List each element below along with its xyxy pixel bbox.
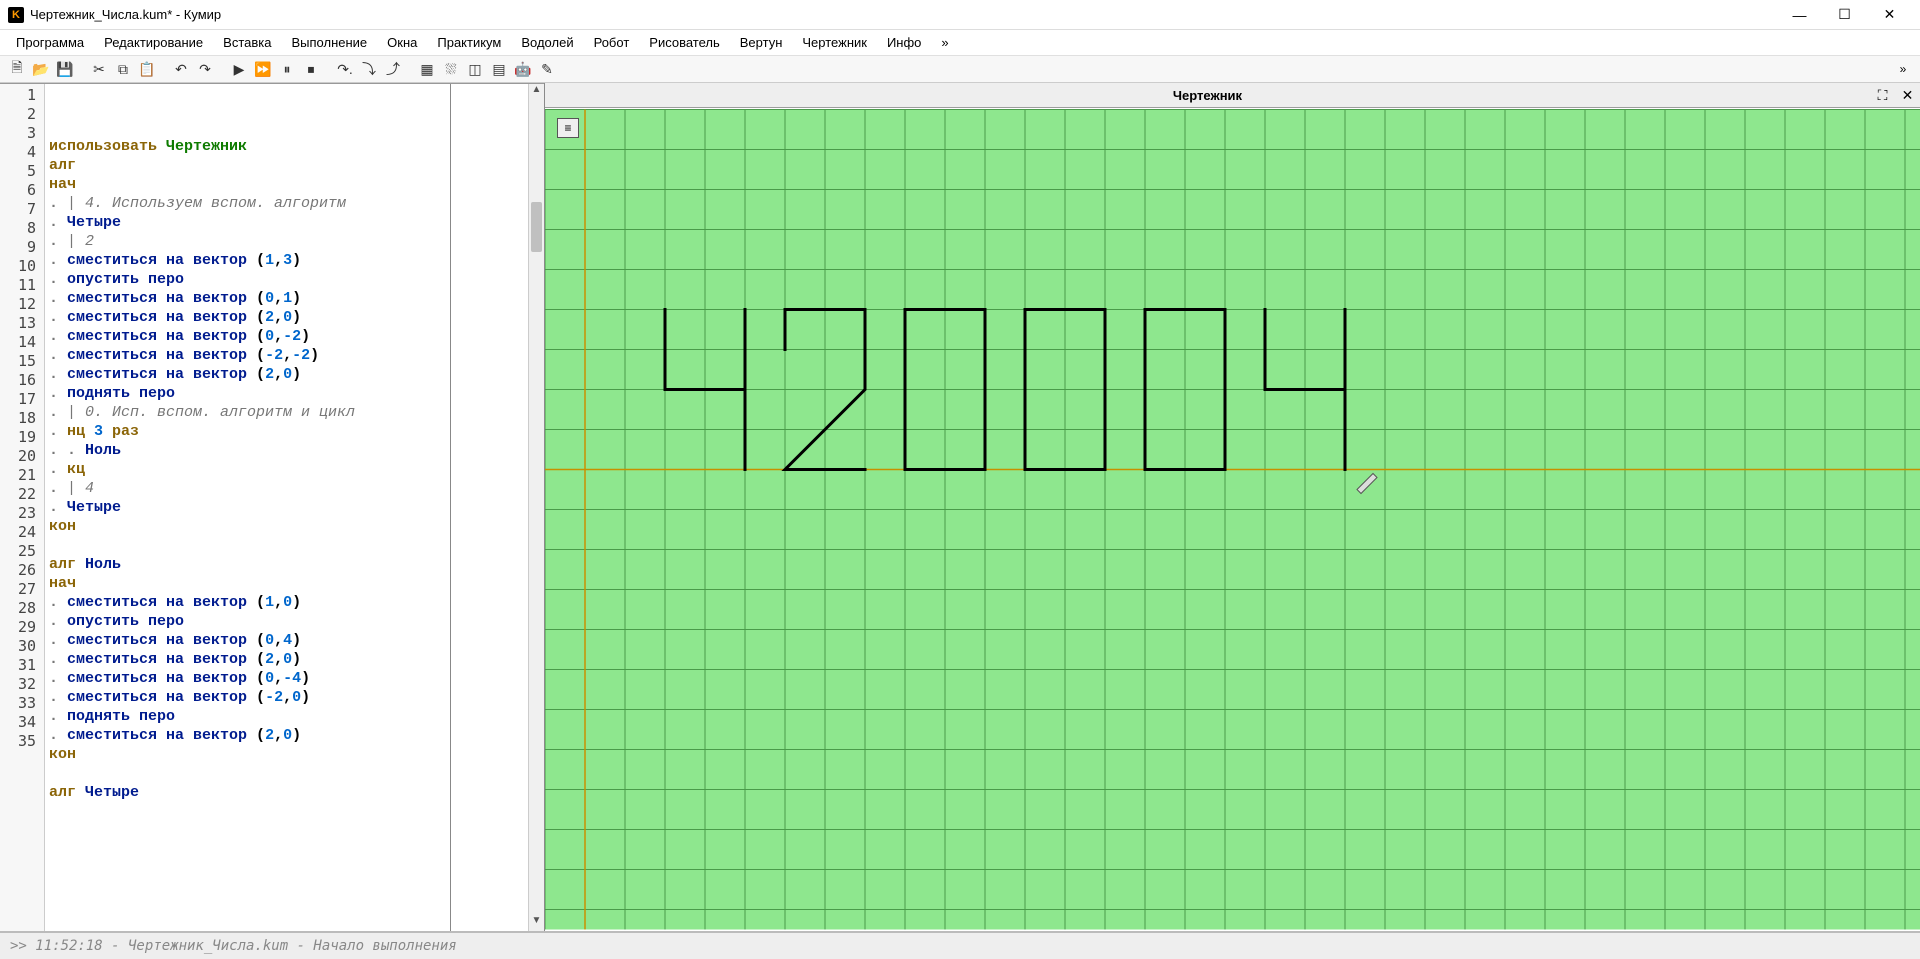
menu-редактирование[interactable]: Редактирование xyxy=(94,33,213,52)
menu-рисователь[interactable]: Рисователь xyxy=(639,33,729,52)
code-line[interactable]: . | 4 xyxy=(49,479,540,498)
code-line[interactable]: алг xyxy=(49,156,540,175)
copy-icon[interactable]: ⧉ xyxy=(112,58,134,80)
draw-icon[interactable]: ✎ xyxy=(536,58,558,80)
code-line[interactable]: . нц 3 раз xyxy=(49,422,540,441)
status-text: >> 11:52:18 - Чертежник_Числа.kum - Нача… xyxy=(10,938,457,954)
canvas-menu-icon[interactable]: ≡ xyxy=(557,118,579,138)
code-line[interactable]: . опустить перо xyxy=(49,612,540,631)
menubar: ПрограммаРедактированиеВставкаВыполнение… xyxy=(0,30,1920,55)
pause-icon[interactable]: ⏸ xyxy=(276,58,298,80)
code-line[interactable]: кон xyxy=(49,517,540,536)
menu-окна[interactable]: Окна xyxy=(377,33,427,52)
scroll-down-icon[interactable]: ▼ xyxy=(529,915,544,931)
canvas-title: Чертежник xyxy=(545,88,1870,103)
code-editor[interactable]: использовать Чертежникалгнач. | 4. Испол… xyxy=(45,84,544,931)
grid-icon[interactable]: ▦ xyxy=(416,58,438,80)
toolbar: 🗎 📂 💾 ✂ ⧉ 📋 ↶ ↷ ▶ ⏩ ⏸ ⏹ ↷. ⤵ ⤴ ▦ ⛆ ◫ ▤ 🤖… xyxy=(0,55,1920,83)
code-line[interactable]: . сместиться на вектор (2,0) xyxy=(49,726,540,745)
code-line[interactable]: алг Четыре xyxy=(49,783,540,802)
menu-вставка[interactable]: Вставка xyxy=(213,33,281,52)
minimize-button[interactable]: — xyxy=(1777,1,1822,29)
code-line[interactable]: . сместиться на вектор (0,4) xyxy=(49,631,540,650)
statusbar: >> 11:52:18 - Чертежник_Числа.kum - Нача… xyxy=(0,931,1920,959)
code-line[interactable]: . сместиться на вектор (-2,0) xyxy=(49,688,540,707)
new-icon[interactable]: 🗎 xyxy=(6,58,28,80)
code-line[interactable]: . | 2 xyxy=(49,232,540,251)
menu-overflow[interactable]: » xyxy=(931,33,958,52)
line-gutter: 1234567891011121314151617181920212223242… xyxy=(0,84,45,931)
robot-icon[interactable]: 🤖 xyxy=(512,58,534,80)
canvas-area[interactable]: ≡ xyxy=(545,108,1920,931)
paste-icon[interactable]: 📋 xyxy=(136,58,158,80)
canvas-maximize-icon[interactable]: ⛶ xyxy=(1870,87,1895,104)
code-line[interactable]: использовать Чертежник xyxy=(49,137,540,156)
table-icon[interactable]: ▤ xyxy=(488,58,510,80)
canvas-header: Чертежник ⛶ ✕ xyxy=(545,83,1920,108)
code-line[interactable]: нач xyxy=(49,574,540,593)
toolbar-overflow[interactable]: » xyxy=(1892,62,1914,76)
editor-split[interactable] xyxy=(450,84,451,931)
redo-icon[interactable]: ↷ xyxy=(194,58,216,80)
editor-scrollbar[interactable]: ▲ ▼ xyxy=(528,84,544,931)
water-icon[interactable]: ⛆ xyxy=(440,58,462,80)
code-line[interactable]: . сместиться на вектор (0,-2) xyxy=(49,327,540,346)
menu-выполнение[interactable]: Выполнение xyxy=(281,33,377,52)
code-line[interactable] xyxy=(49,764,540,783)
code-line[interactable] xyxy=(49,536,540,555)
scroll-thumb[interactable] xyxy=(531,202,542,252)
editor-pane: 1234567891011121314151617181920212223242… xyxy=(0,83,545,931)
code-line[interactable]: . Четыре xyxy=(49,498,540,517)
canvas-pane: Чертежник ⛶ ✕ ≡ xyxy=(545,83,1920,931)
app-icon: K xyxy=(8,7,24,23)
menu-робот[interactable]: Робот xyxy=(584,33,640,52)
close-button[interactable]: ✕ xyxy=(1867,1,1912,29)
step-out-icon[interactable]: ⤴ xyxy=(382,58,404,80)
code-line[interactable]: . сместиться на вектор (1,3) xyxy=(49,251,540,270)
menu-практикум[interactable]: Практикум xyxy=(427,33,511,52)
code-line[interactable]: . сместиться на вектор (1,0) xyxy=(49,593,540,612)
code-line[interactable]: . кц xyxy=(49,460,540,479)
step-into-icon[interactable]: ⤵ xyxy=(358,58,380,80)
code-line[interactable]: . сместиться на вектор (-2,-2) xyxy=(49,346,540,365)
code-line[interactable]: . Четыре xyxy=(49,213,540,232)
code-line[interactable]: . сместиться на вектор (2,0) xyxy=(49,365,540,384)
code-line[interactable]: . сместиться на вектор (2,0) xyxy=(49,650,540,669)
code-line[interactable]: кон xyxy=(49,745,540,764)
run-icon[interactable]: ▶ xyxy=(228,58,250,80)
run-fast-icon[interactable]: ⏩ xyxy=(252,58,274,80)
code-line[interactable]: . сместиться на вектор (0,-4) xyxy=(49,669,540,688)
menu-инфо[interactable]: Инфо xyxy=(877,33,931,52)
scroll-up-icon[interactable]: ▲ xyxy=(529,84,544,100)
save-icon[interactable]: 💾 xyxy=(54,58,76,80)
code-line[interactable]: нач xyxy=(49,175,540,194)
code-line[interactable]: . поднять перо xyxy=(49,707,540,726)
code-line[interactable]: . сместиться на вектор (0,1) xyxy=(49,289,540,308)
menu-чертежник[interactable]: Чертежник xyxy=(792,33,877,52)
code-line[interactable]: . | 0. Исп. вспом. алгоритм и цикл xyxy=(49,403,540,422)
canvas-close-icon[interactable]: ✕ xyxy=(1895,87,1920,104)
code-line[interactable]: . сместиться на вектор (2,0) xyxy=(49,308,540,327)
window-title: Чертежник_Числа.kum* - Кумир xyxy=(30,7,1777,22)
step-over-icon[interactable]: ↷. xyxy=(334,58,356,80)
stop-icon[interactable]: ⏹ xyxy=(300,58,322,80)
menu-водолей[interactable]: Водолей xyxy=(511,33,583,52)
open-icon[interactable]: 📂 xyxy=(30,58,52,80)
code-line[interactable]: . опустить перо xyxy=(49,270,540,289)
code-line[interactable]: . . Ноль xyxy=(49,441,540,460)
code-line[interactable]: . | 4. Используем вспом. алгоритм xyxy=(49,194,540,213)
code-line[interactable]: . поднять перо xyxy=(49,384,540,403)
code-line[interactable]: алг Ноль xyxy=(49,555,540,574)
cut-icon[interactable]: ✂ xyxy=(88,58,110,80)
menu-программа[interactable]: Программа xyxy=(6,33,94,52)
undo-icon[interactable]: ↶ xyxy=(170,58,192,80)
maximize-button[interactable]: ☐ xyxy=(1822,1,1867,29)
titlebar: K Чертежник_Числа.kum* - Кумир — ☐ ✕ xyxy=(0,0,1920,30)
drawing-canvas[interactable] xyxy=(545,108,1920,931)
menu-вертун[interactable]: Вертун xyxy=(730,33,793,52)
plot-icon[interactable]: ◫ xyxy=(464,58,486,80)
